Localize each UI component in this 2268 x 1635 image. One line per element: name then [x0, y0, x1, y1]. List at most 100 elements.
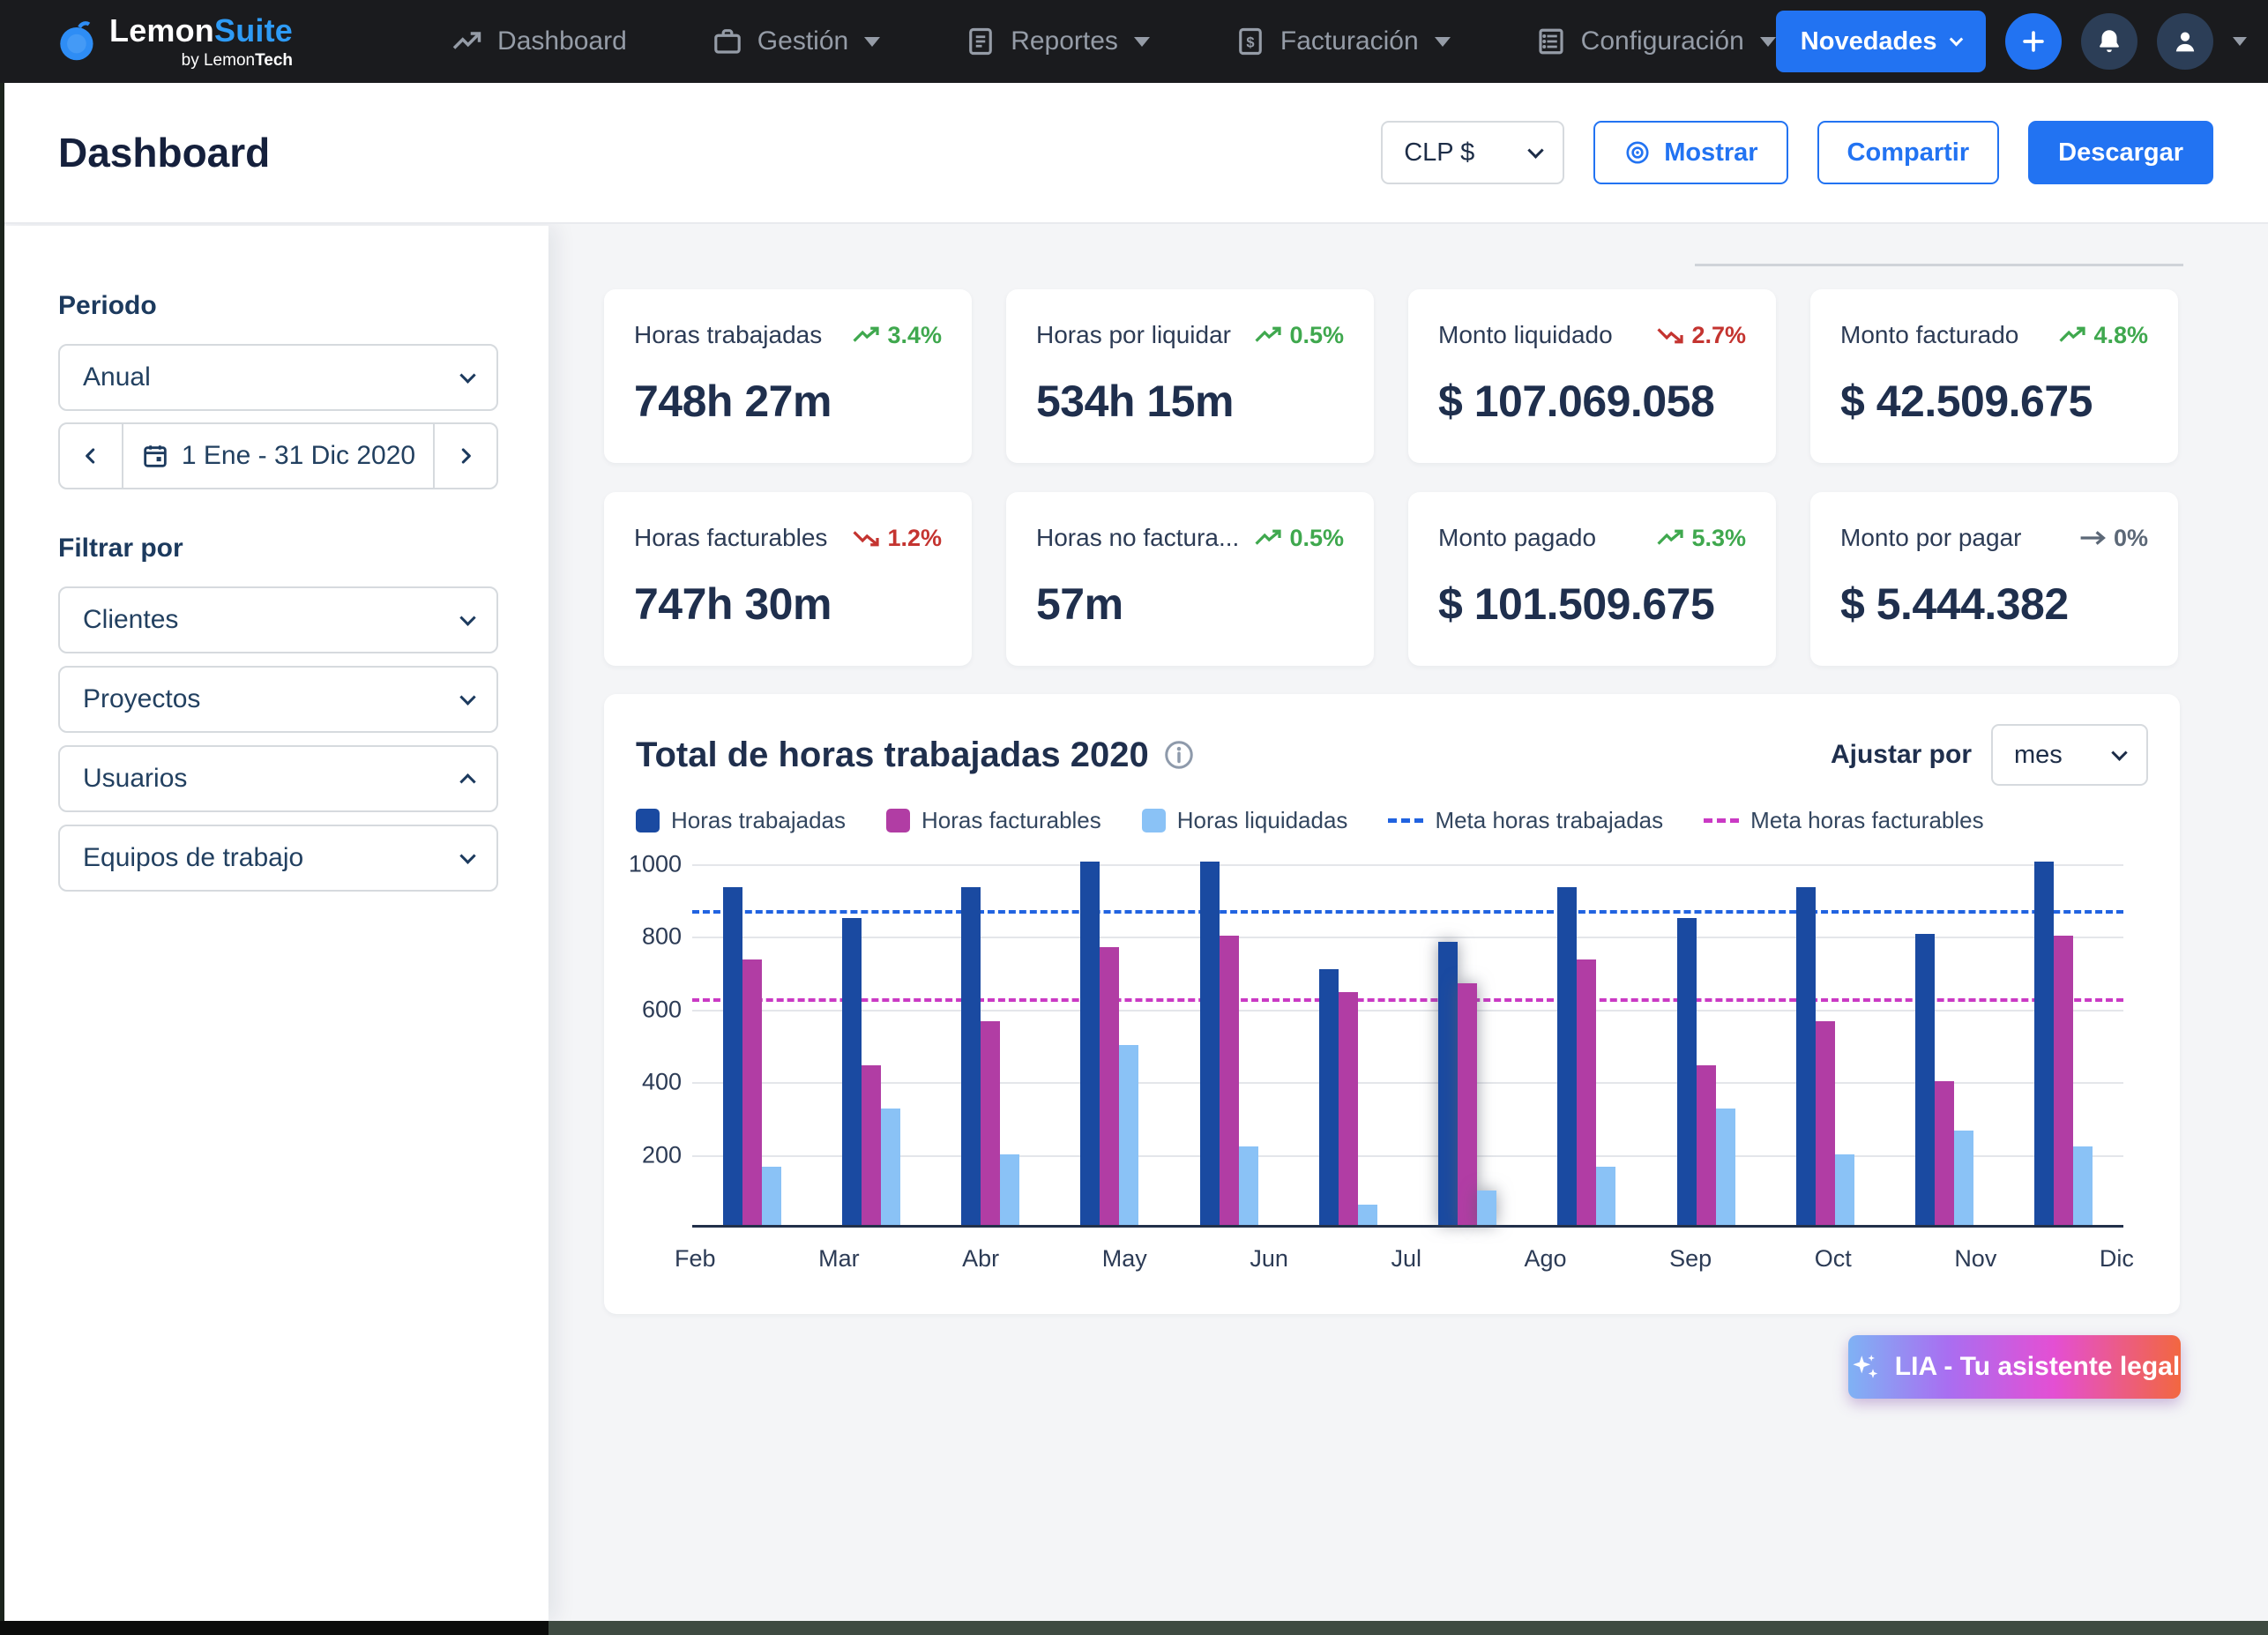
nav-right-cluster: Novedades [1776, 11, 2247, 72]
bar-horas-liquidadas[interactable] [762, 1167, 781, 1225]
bar-horas-facturables[interactable] [1220, 936, 1239, 1225]
brand-byline: by LemonTech [182, 52, 293, 69]
filter-select-equipos-de-trabajo[interactable]: Equipos de trabajo [58, 825, 498, 892]
nav-item-configuracion[interactable]: Configuración [1535, 26, 1776, 57]
trend-icon [451, 26, 483, 57]
nav-item-label: Configuración [1581, 26, 1744, 56]
filter-select-usuarios[interactable]: Usuarios [58, 745, 498, 812]
nav-item-gestion[interactable]: Gestión [712, 26, 880, 57]
x-tick-label-mar: Mar [818, 1245, 860, 1273]
bar-horas-facturables[interactable] [1697, 1065, 1716, 1225]
bar-horas-liquidadas[interactable] [1716, 1109, 1735, 1225]
kpi-trend-pct: 0.5% [1289, 322, 1344, 349]
periodo-select[interactable]: Anual [58, 344, 498, 411]
nav-item-reportes[interactable]: Reportes [965, 26, 1150, 57]
bar-horas-liquidadas[interactable] [1954, 1131, 1973, 1225]
info-icon[interactable] [1163, 739, 1195, 771]
bar-horas-liquidadas[interactable] [1119, 1045, 1138, 1225]
prev-period-button[interactable] [60, 424, 122, 488]
bar-group-9[interactable] [1646, 864, 1765, 1225]
bar-group-3[interactable] [931, 864, 1050, 1225]
chart-legend: Horas trabajadas Horas facturables Horas l… [636, 807, 2148, 834]
bar-horas-trabajadas[interactable] [1200, 862, 1220, 1225]
legend-item-meta-horas-trabajadas[interactable]: Meta horas trabajadas [1388, 807, 1663, 834]
brand-logo[interactable]: LemonSuite by LemonTech [55, 15, 293, 69]
bar-horas-facturables[interactable] [742, 959, 762, 1225]
user-menu-button[interactable] [2157, 13, 2213, 70]
chevron-up-icon [459, 773, 475, 789]
bar-horas-trabajadas[interactable] [842, 918, 862, 1225]
page-title: Dashboard [58, 129, 270, 176]
currency-select[interactable]: CLP $ [1381, 121, 1564, 184]
ajustar-por-select[interactable]: mes [1991, 724, 2148, 786]
bar-group-5[interactable] [1169, 864, 1288, 1225]
descargar-button[interactable]: Descargar [2028, 121, 2213, 184]
bar-group-11[interactable] [1885, 864, 2004, 1225]
bar-horas-facturables[interactable] [1100, 947, 1119, 1225]
chevron-down-icon [459, 847, 475, 863]
mostrar-button[interactable]: Mostrar [1593, 121, 1787, 184]
bar-group-1[interactable] [692, 864, 811, 1225]
bar-horas-facturables[interactable] [1577, 959, 1596, 1225]
bar-horas-facturables[interactable] [1339, 992, 1358, 1225]
bar-horas-trabajadas[interactable] [1080, 862, 1100, 1225]
bar-group-4[interactable] [1050, 864, 1169, 1225]
bar-group-7[interactable] [1408, 864, 1527, 1225]
bar-group-12[interactable] [2004, 864, 2123, 1225]
bar-horas-trabajadas[interactable] [1915, 934, 1935, 1225]
bar-horas-facturables[interactable] [1935, 1081, 1954, 1225]
add-button[interactable] [2005, 13, 2062, 70]
nav-item-dashboard[interactable]: Dashboard [451, 26, 627, 57]
bar-horas-liquidadas[interactable] [2073, 1146, 2093, 1225]
y-axis-labels: 2004006008001000 [636, 864, 682, 1228]
bar-horas-liquidadas[interactable] [1477, 1191, 1496, 1225]
bar-horas-trabajadas[interactable] [2034, 862, 2054, 1225]
legend-item-horas-trabajadas[interactable]: Horas trabajadas [636, 807, 846, 834]
kpi-card-monto-por-pagar: Monto por pagar0%$ 5.444.382 [1810, 492, 2178, 666]
compartir-button[interactable]: Compartir [1817, 121, 2000, 184]
next-period-button[interactable] [435, 424, 496, 488]
kpi-value: $ 101.509.675 [1438, 579, 1746, 630]
bar-group-8[interactable] [1527, 864, 1646, 1225]
lia-assistant-button[interactable]: LIA - Tu asistente legal [1848, 1335, 2181, 1399]
target-icon [1623, 138, 1652, 167]
legend-item-meta-horas-facturables[interactable]: Meta horas facturables [1704, 807, 1983, 834]
bar-horas-trabajadas[interactable] [1438, 942, 1458, 1225]
nav-item-facturacion[interactable]: $Facturación [1235, 26, 1451, 57]
bar-horas-liquidadas[interactable] [1835, 1154, 1854, 1225]
bar-horas-trabajadas[interactable] [1796, 887, 1816, 1225]
bar-horas-trabajadas[interactable] [1677, 918, 1697, 1225]
user-menu-caret-icon[interactable] [2233, 37, 2247, 46]
bar-group-6[interactable] [1288, 864, 1407, 1225]
bar-horas-trabajadas[interactable] [723, 887, 742, 1225]
bar-horas-facturables[interactable] [2054, 936, 2073, 1225]
legend-item-horas-facturables[interactable]: Horas facturables [886, 807, 1101, 834]
novedades-button[interactable]: Novedades [1776, 11, 1986, 72]
bar-horas-liquidadas[interactable] [1000, 1154, 1019, 1225]
x-tick-label-oct: Oct [1815, 1245, 1852, 1273]
bar-horas-trabajadas[interactable] [1557, 887, 1577, 1225]
filter-select-proyectos[interactable]: Proyectos [58, 666, 498, 733]
bottom-edge-right [548, 1621, 2268, 1635]
bar-horas-facturables[interactable] [1458, 983, 1477, 1225]
bar-horas-liquidadas[interactable] [1239, 1146, 1258, 1225]
bar-horas-facturables[interactable] [1816, 1021, 1835, 1225]
bottom-edge-left [0, 1621, 548, 1635]
bar-horas-facturables[interactable] [981, 1021, 1000, 1225]
legend-item-horas-liquidadas[interactable]: Horas liquidadas [1142, 807, 1348, 834]
kpi-top-row: Horas facturables1.2% [634, 524, 942, 552]
bar-horas-liquidadas[interactable] [881, 1109, 900, 1225]
filter-select-clientes[interactable]: Clientes [58, 586, 498, 653]
kpi-top-row: Monto facturado4.8% [1840, 321, 2148, 349]
bar-group-10[interactable] [1765, 864, 1884, 1225]
date-range-button[interactable]: 1 Ene - 31 Dic 2020 [122, 424, 435, 488]
bar-horas-liquidadas[interactable] [1596, 1167, 1615, 1225]
legend-dash-swatch [1388, 818, 1423, 823]
notifications-button[interactable] [2081, 13, 2137, 70]
bar-horas-liquidadas[interactable] [1358, 1205, 1377, 1225]
bar-horas-trabajadas[interactable] [961, 887, 981, 1225]
bar-horas-trabajadas[interactable] [1319, 969, 1339, 1225]
bar-group-2[interactable] [811, 864, 930, 1225]
bar-horas-facturables[interactable] [862, 1065, 881, 1225]
plus-icon [2018, 26, 2048, 56]
